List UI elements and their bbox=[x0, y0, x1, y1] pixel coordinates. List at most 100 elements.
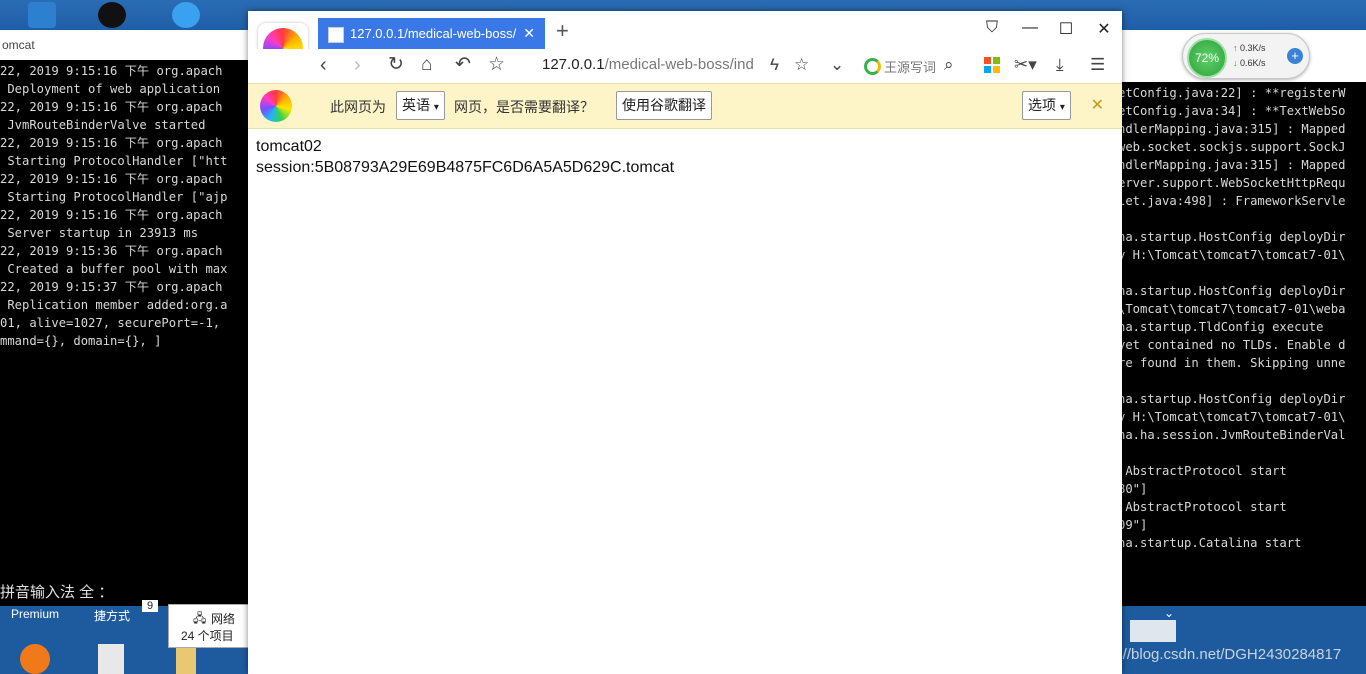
console-line: \Tomcat\tomcat7\tomcat7-01\weba bbox=[1122, 302, 1346, 316]
console-line: Starting ProtocolHandler ["ajp bbox=[0, 190, 228, 204]
right-console-output: etConfig.java:22] : **registerW etConfig.… bbox=[1122, 82, 1366, 552]
console-line: Created a buffer pool with max bbox=[0, 262, 228, 276]
console-line: na.startup.TldConfig execute bbox=[1122, 320, 1324, 334]
network-folder-tooltip[interactable]: 🖧 网络 24 个项目 bbox=[168, 604, 250, 648]
console-line: 22, 2019 9:15:16 下午 org.apach bbox=[0, 136, 223, 150]
address-toolbar: ‹ › ↻ ⌂ ↶ ☆ 127.0.0.1/medical-web-boss/i… bbox=[248, 49, 1122, 83]
close-window-icon[interactable]: ✕ bbox=[1094, 19, 1114, 39]
left-console-title[interactable]: omcat bbox=[0, 30, 248, 60]
back-icon[interactable]: ‹ bbox=[320, 53, 327, 77]
dropdown-icon[interactable]: ⌄ bbox=[830, 55, 844, 75]
console-line: Server startup in 23913 ms bbox=[0, 226, 199, 240]
console-line: 01, alive=1027, securePort=-1, bbox=[0, 316, 221, 330]
network-speed-widget[interactable]: 72% ↑ 0.3K/s ↓ 0.6K/s + bbox=[1182, 33, 1310, 79]
active-tab[interactable]: 127.0.0.1/medical-web-boss/ ✕ bbox=[318, 18, 545, 49]
browser-window: 127.0.0.1/medical-web-boss/ ✕ + ⛉ — ☐ ✕ … bbox=[248, 11, 1122, 674]
bird-app-icon[interactable] bbox=[172, 2, 200, 28]
network-title: 网络 bbox=[211, 612, 236, 626]
language-select[interactable]: 英语 ▾ bbox=[396, 91, 445, 120]
memory-percent: 72% bbox=[1187, 38, 1227, 78]
console-line: y H:\Tomcat\tomcat7\tomcat7-01\ bbox=[1122, 248, 1346, 262]
download-arrow-icon: ↓ bbox=[1233, 58, 1238, 68]
plus-icon[interactable]: + bbox=[1287, 48, 1303, 64]
translate-bar: 此网页为 英语 ▾ 网页，是否需要翻译？ 使用谷歌翻译 选项 ▾ ✕ bbox=[248, 83, 1122, 129]
search-engine-icon bbox=[864, 58, 881, 75]
page-favicon-icon bbox=[328, 27, 344, 43]
options-select[interactable]: 选项 ▾ bbox=[1022, 91, 1071, 120]
tab-title: 127.0.0.1/medical-web-boss/ bbox=[350, 26, 517, 41]
folder-icon[interactable] bbox=[176, 646, 196, 674]
bookmark-star-icon[interactable]: ☆ bbox=[488, 53, 505, 77]
download-speed: 0.6K/s bbox=[1240, 58, 1266, 68]
console-line: 22, 2019 9:15:37 下午 org.apach bbox=[0, 280, 223, 294]
console-line: let.java:498] : FrameworkServle bbox=[1122, 194, 1346, 208]
search-box[interactable]: 王源写词 bbox=[864, 57, 936, 76]
apps-grid-icon[interactable] bbox=[984, 57, 1000, 73]
forward-icon[interactable]: › bbox=[354, 53, 361, 77]
console-line: 09"] bbox=[1122, 518, 1148, 532]
console-line: na.startup.Catalina start bbox=[1122, 536, 1302, 550]
premium-label: Premium bbox=[11, 607, 60, 621]
tab-strip: 127.0.0.1/medical-web-boss/ ✕ + ⛉ — ☐ ✕ bbox=[248, 11, 1122, 49]
menu-icon[interactable]: ☰ bbox=[1090, 55, 1105, 75]
console-line: erver.support.WebSocketHttpRequ bbox=[1122, 176, 1346, 190]
favorite-star-icon[interactable]: ☆ bbox=[794, 55, 809, 75]
dropdown-chevron-icon[interactable]: ⌄ bbox=[1164, 606, 1174, 620]
url-path: /medical-web-boss/ind bbox=[604, 56, 754, 73]
download-icon[interactable]: ⤓ bbox=[1056, 55, 1064, 75]
console-line: 22, 2019 9:15:16 下午 org.apach bbox=[0, 208, 223, 222]
console-line: etConfig.java:34] : **TextWebSo bbox=[1122, 104, 1346, 118]
file-icon[interactable] bbox=[98, 644, 124, 674]
chevron-down-icon: ▾ bbox=[1059, 102, 1065, 113]
language-value: 英语 bbox=[402, 97, 430, 113]
search-placeholder: 王源写词 bbox=[884, 60, 937, 75]
translate-button[interactable]: 使用谷歌翻译 bbox=[616, 91, 712, 120]
undo-close-icon[interactable]: ↶ bbox=[455, 53, 471, 77]
console-line: ndlerMapping.java:315] : Mapped bbox=[1122, 158, 1346, 172]
console-line: etConfig.java:22] : **registerW bbox=[1122, 86, 1346, 100]
upload-speed: 0.3K/s bbox=[1240, 43, 1266, 53]
close-translate-icon[interactable]: ✕ bbox=[1091, 95, 1104, 115]
view-toggle-icon[interactable] bbox=[1130, 620, 1176, 642]
translate-prefix: 此网页为 bbox=[330, 99, 386, 115]
address-bar[interactable]: 127.0.0.1/medical-web-boss/ind bbox=[542, 56, 754, 73]
minimize-icon[interactable]: — bbox=[1020, 19, 1040, 37]
scissors-icon[interactable]: ✂▾ bbox=[1014, 55, 1037, 75]
console-line: AbstractProtocol start bbox=[1122, 464, 1287, 478]
console-line: Deployment of web application bbox=[0, 82, 221, 96]
qq-icon[interactable] bbox=[98, 2, 126, 28]
chevron-down-icon: ▾ bbox=[433, 102, 439, 113]
network-item-count: 24 个项目 bbox=[181, 629, 234, 643]
new-tab-icon[interactable]: + bbox=[556, 20, 569, 42]
console-line: Starting ProtocolHandler ["htt bbox=[0, 154, 228, 168]
reload-icon[interactable]: ↻ bbox=[388, 53, 404, 77]
home-icon[interactable]: ⌂ bbox=[421, 53, 432, 77]
desktop-shortcut-icon[interactable] bbox=[28, 2, 56, 28]
page-content: tomcat02 session:5B08793A29E69B4875FC6D6… bbox=[256, 136, 674, 178]
server-name: tomcat02 bbox=[256, 138, 322, 155]
translate-suffix: 网页，是否需要翻译？ bbox=[454, 99, 594, 115]
lightning-icon[interactable]: ϟ bbox=[770, 55, 779, 75]
count-badge: 9 bbox=[142, 600, 159, 612]
console-line: 22, 2019 9:15:16 下午 org.apach bbox=[0, 64, 223, 78]
console-line: 22, 2019 9:15:16 下午 org.apach bbox=[0, 100, 223, 114]
console-line: yet contained no TLDs. Enable d bbox=[1122, 338, 1346, 352]
search-icon[interactable]: ⌕ bbox=[944, 55, 954, 75]
ime-status: 拼音输入法 全 ： bbox=[0, 584, 114, 601]
console-line: 22, 2019 9:15:36 下午 org.apach bbox=[0, 244, 223, 258]
firefox-icon[interactable] bbox=[20, 644, 50, 674]
console-line: web.socket.sockjs.support.SockJ bbox=[1122, 140, 1346, 154]
console-line: na.startup.HostConfig deployDir bbox=[1122, 230, 1346, 244]
console-line: mmand={}, domain={}, ] bbox=[0, 334, 162, 348]
tab-close-icon[interactable]: ✕ bbox=[523, 18, 535, 49]
shirt-skin-icon[interactable]: ⛉ bbox=[982, 19, 1002, 37]
maximize-icon[interactable]: ☐ bbox=[1056, 19, 1076, 39]
console-line: re found in them. Skipping unne bbox=[1122, 356, 1346, 370]
session-id: session:5B08793A29E69B4875FC6D6A5A5D629C… bbox=[256, 159, 675, 176]
console-line: Replication member added:org.a bbox=[0, 298, 228, 312]
console-line: 22, 2019 9:15:16 下午 org.apach bbox=[0, 172, 223, 186]
url-host: 127.0.0.1 bbox=[542, 56, 605, 73]
